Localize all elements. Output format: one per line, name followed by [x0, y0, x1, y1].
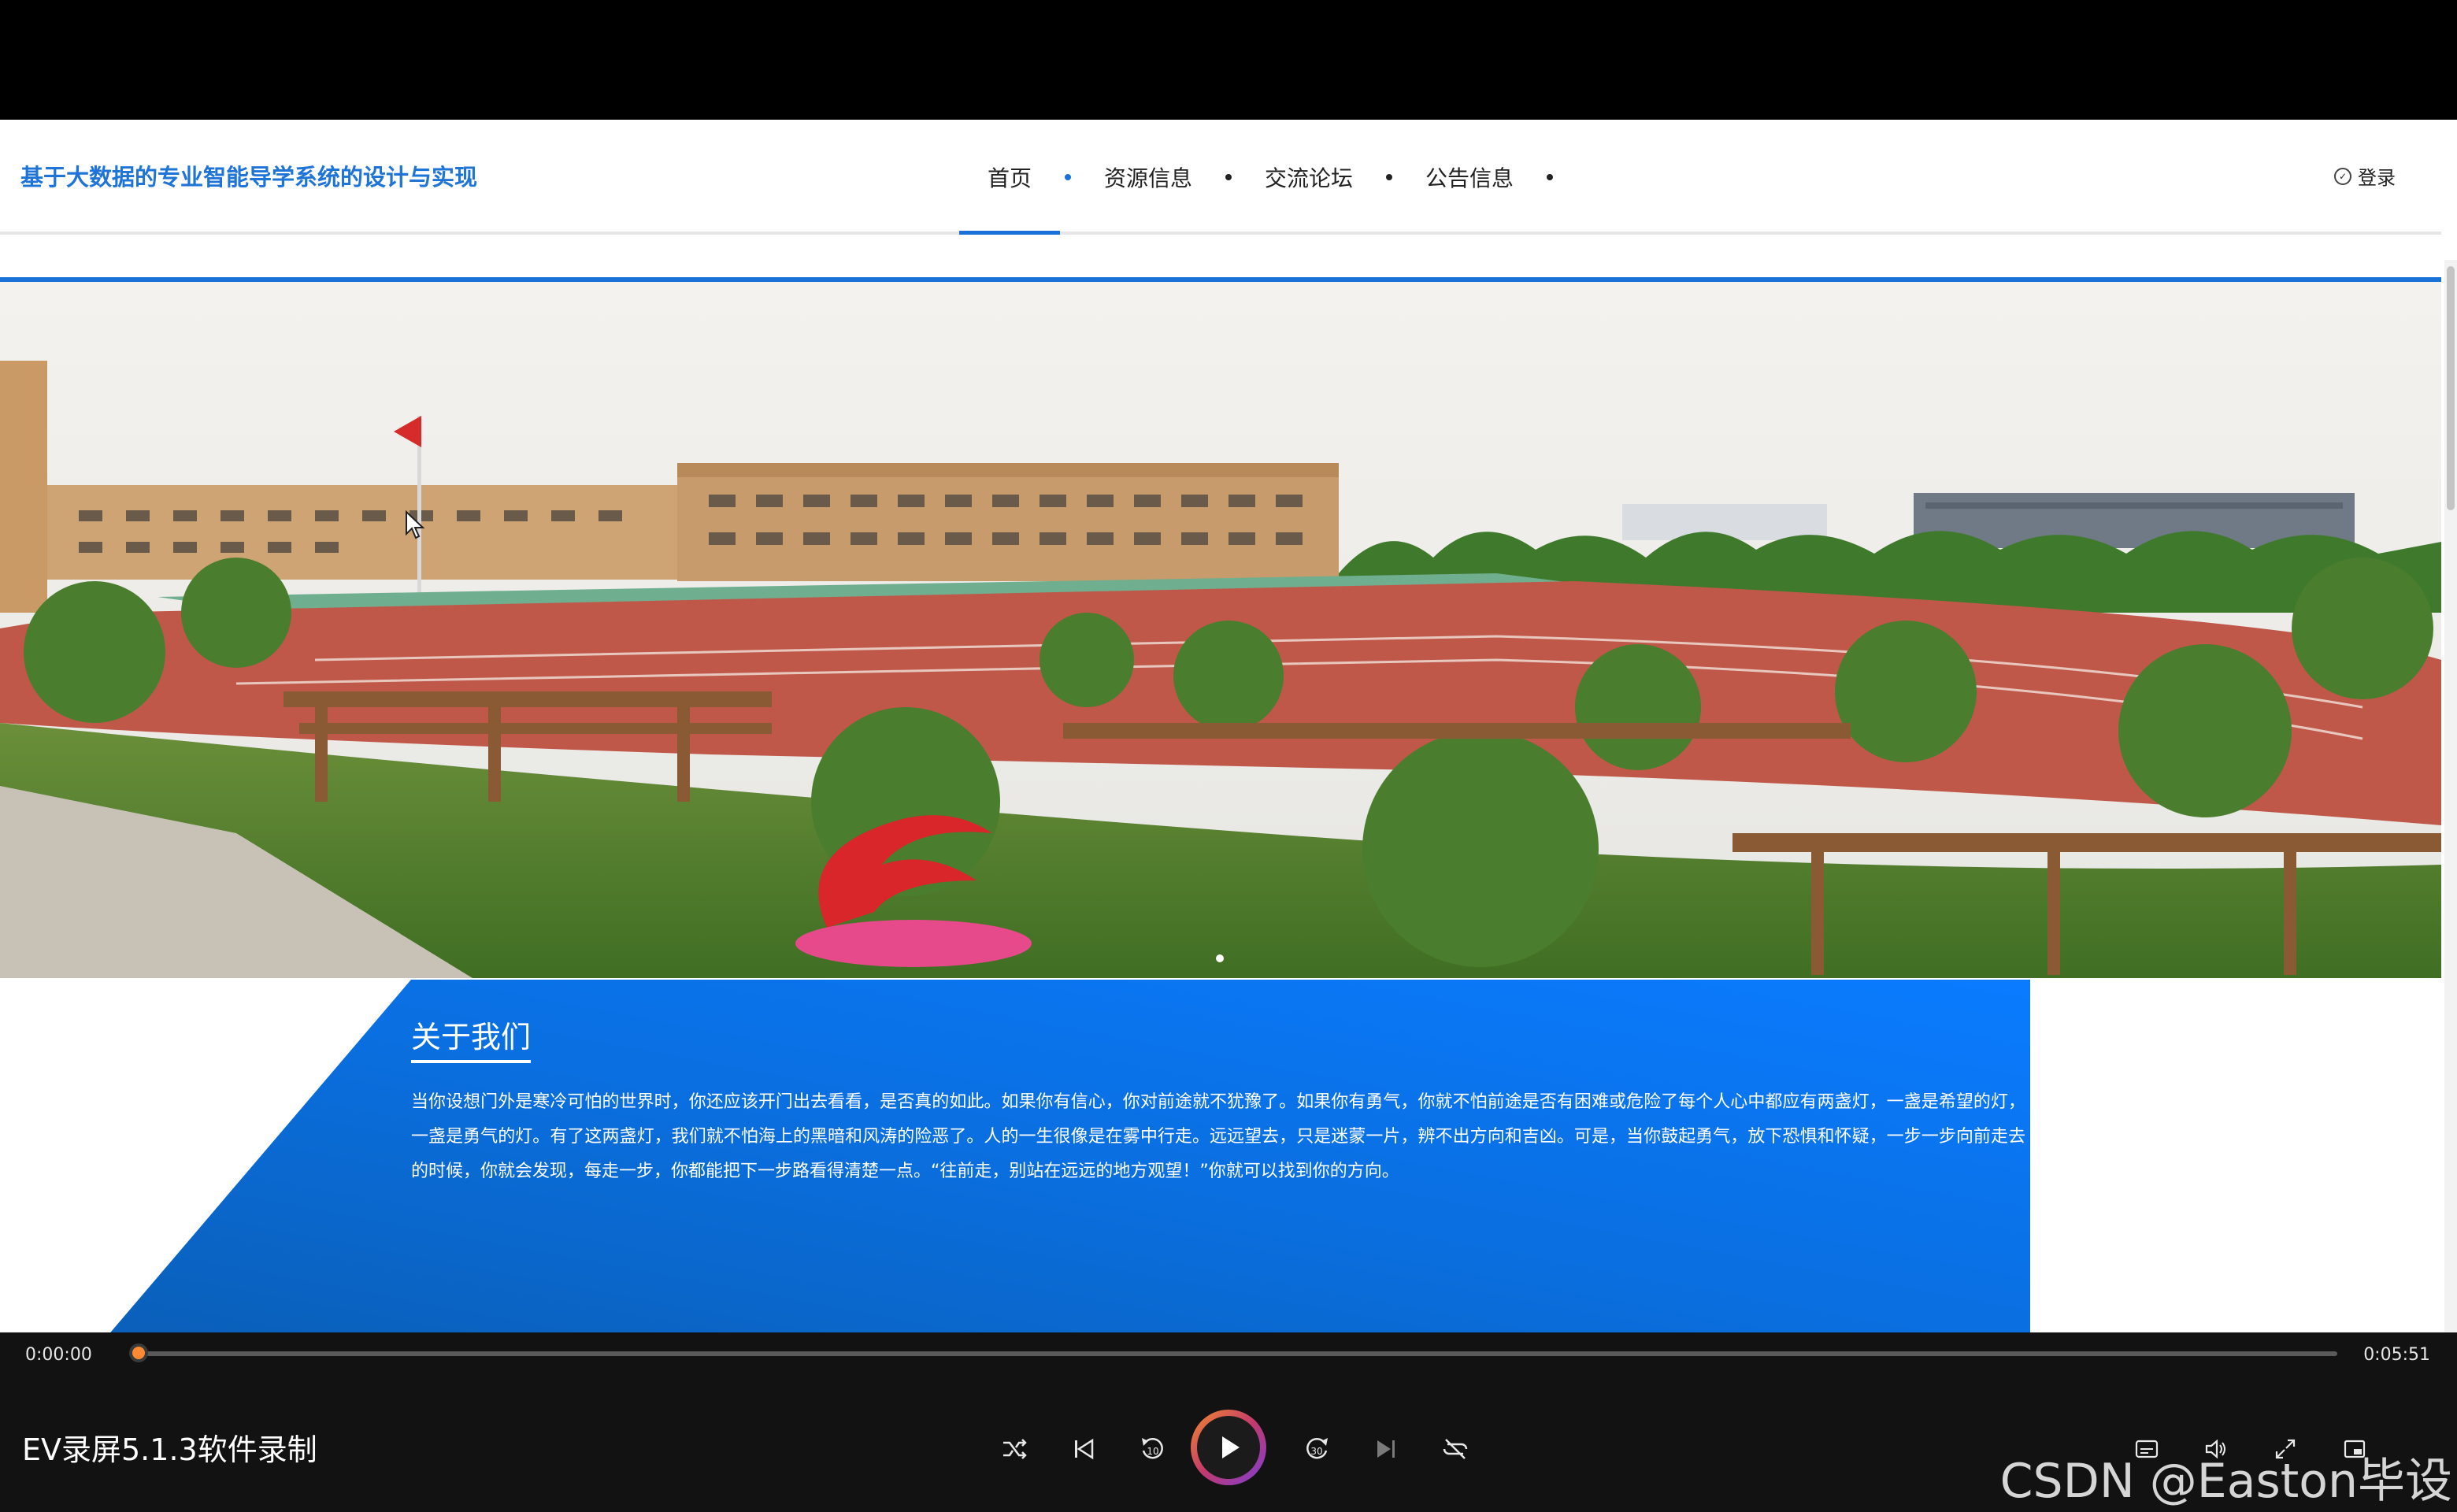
- nav-resources[interactable]: 资源信息: [1076, 120, 1221, 235]
- campus-photo: [0, 282, 2441, 978]
- about-section: 关于我们 当你设想门外是寒冷可怕的世界时，你还应该开门出去看看，是否真的如此。如…: [0, 980, 2441, 1332]
- repeat-button[interactable]: [1435, 1429, 1476, 1469]
- watermark: CSDN @Easton毕设: [1999, 1454, 2452, 1509]
- nav-home-label: 首页: [988, 165, 1032, 191]
- nav-announcements-label: 公告信息: [1425, 165, 1514, 191]
- svg-text:30: 30: [1310, 1446, 1322, 1457]
- next-button[interactable]: [1366, 1429, 1406, 1469]
- about-text: 当你设想门外是寒冷可怕的世界时，你还应该开门出去看看，是否真的如此。如果你有信心…: [411, 1092, 2025, 1181]
- seek-bar[interactable]: [135, 1351, 2337, 1356]
- web-page: 基于大数据的专业智能导学系统的设计与实现 首页 资源信息 交流论坛 公告信息 ✓…: [0, 120, 2457, 1332]
- login-label: 登录: [2358, 167, 2396, 189]
- nav-announcements[interactable]: 公告信息: [1397, 120, 1542, 235]
- skip-next-icon: [1377, 1440, 1395, 1458]
- nav-resources-label: 资源信息: [1104, 165, 1193, 191]
- about-title-underline: [411, 1060, 531, 1063]
- total-time: 0:05:51: [2363, 1345, 2430, 1365]
- banner-image: [0, 282, 2441, 978]
- video-title: EV录屏5.1.3软件录制: [22, 1432, 317, 1467]
- nav-forum[interactable]: 交流论坛: [1236, 120, 1381, 235]
- about-title: 关于我们: [411, 1020, 532, 1054]
- site-title[interactable]: 基于大数据的专业智能导学系统的设计与实现: [20, 159, 477, 192]
- nav-separator-dot: [1386, 174, 1393, 180]
- play-icon: [1222, 1436, 1240, 1458]
- forward-30-button[interactable]: 30: [1296, 1429, 1337, 1469]
- login-button[interactable]: ✓ 登录: [2334, 162, 2396, 190]
- nav-separator-dot: [1225, 174, 1232, 180]
- previous-button[interactable]: [1063, 1429, 1104, 1469]
- play-button[interactable]: [1191, 1410, 1266, 1485]
- rewind-10-icon: 10: [1142, 1437, 1163, 1459]
- seek-handle[interactable]: [129, 1343, 148, 1362]
- skip-previous-icon: [1075, 1438, 1094, 1460]
- screen: 基于大数据的专业智能导学系统的设计与实现 首页 资源信息 交流论坛 公告信息 ✓…: [0, 0, 2457, 1512]
- nav-forum-label: 交流论坛: [1265, 165, 1354, 191]
- repeat-off-icon: [1443, 1439, 1468, 1459]
- media-player-controls: 0:00:00 0:05:51 EV录屏5.1.3软件录制 10 30 CSDN…: [0, 1332, 2457, 1512]
- carousel-indicator-dot[interactable]: [1216, 954, 1224, 962]
- nav-separator-dot: [1065, 174, 1072, 180]
- site-header: 基于大数据的专业智能导学系统的设计与实现 首页 资源信息 交流论坛 公告信息 ✓…: [0, 120, 2441, 235]
- play-button-inner: [1197, 1416, 1260, 1479]
- main-nav: 首页 资源信息 交流论坛 公告信息: [959, 120, 1558, 235]
- nav-separator-dot: [1547, 174, 1554, 180]
- nav-home[interactable]: 首页: [959, 120, 1061, 235]
- rewind-10-button[interactable]: 10: [1132, 1429, 1173, 1469]
- current-time: 0:00:00: [25, 1345, 92, 1365]
- page-scrollbar-thumb[interactable]: [2447, 266, 2455, 510]
- check-circle-icon: ✓: [2334, 167, 2351, 185]
- forward-30-icon: 30: [1306, 1437, 1328, 1459]
- svg-text:10: 10: [1147, 1446, 1158, 1457]
- mouse-cursor-icon: [406, 510, 425, 539]
- shuffle-button[interactable]: [994, 1429, 1035, 1469]
- shuffle-icon: [1003, 1439, 1027, 1459]
